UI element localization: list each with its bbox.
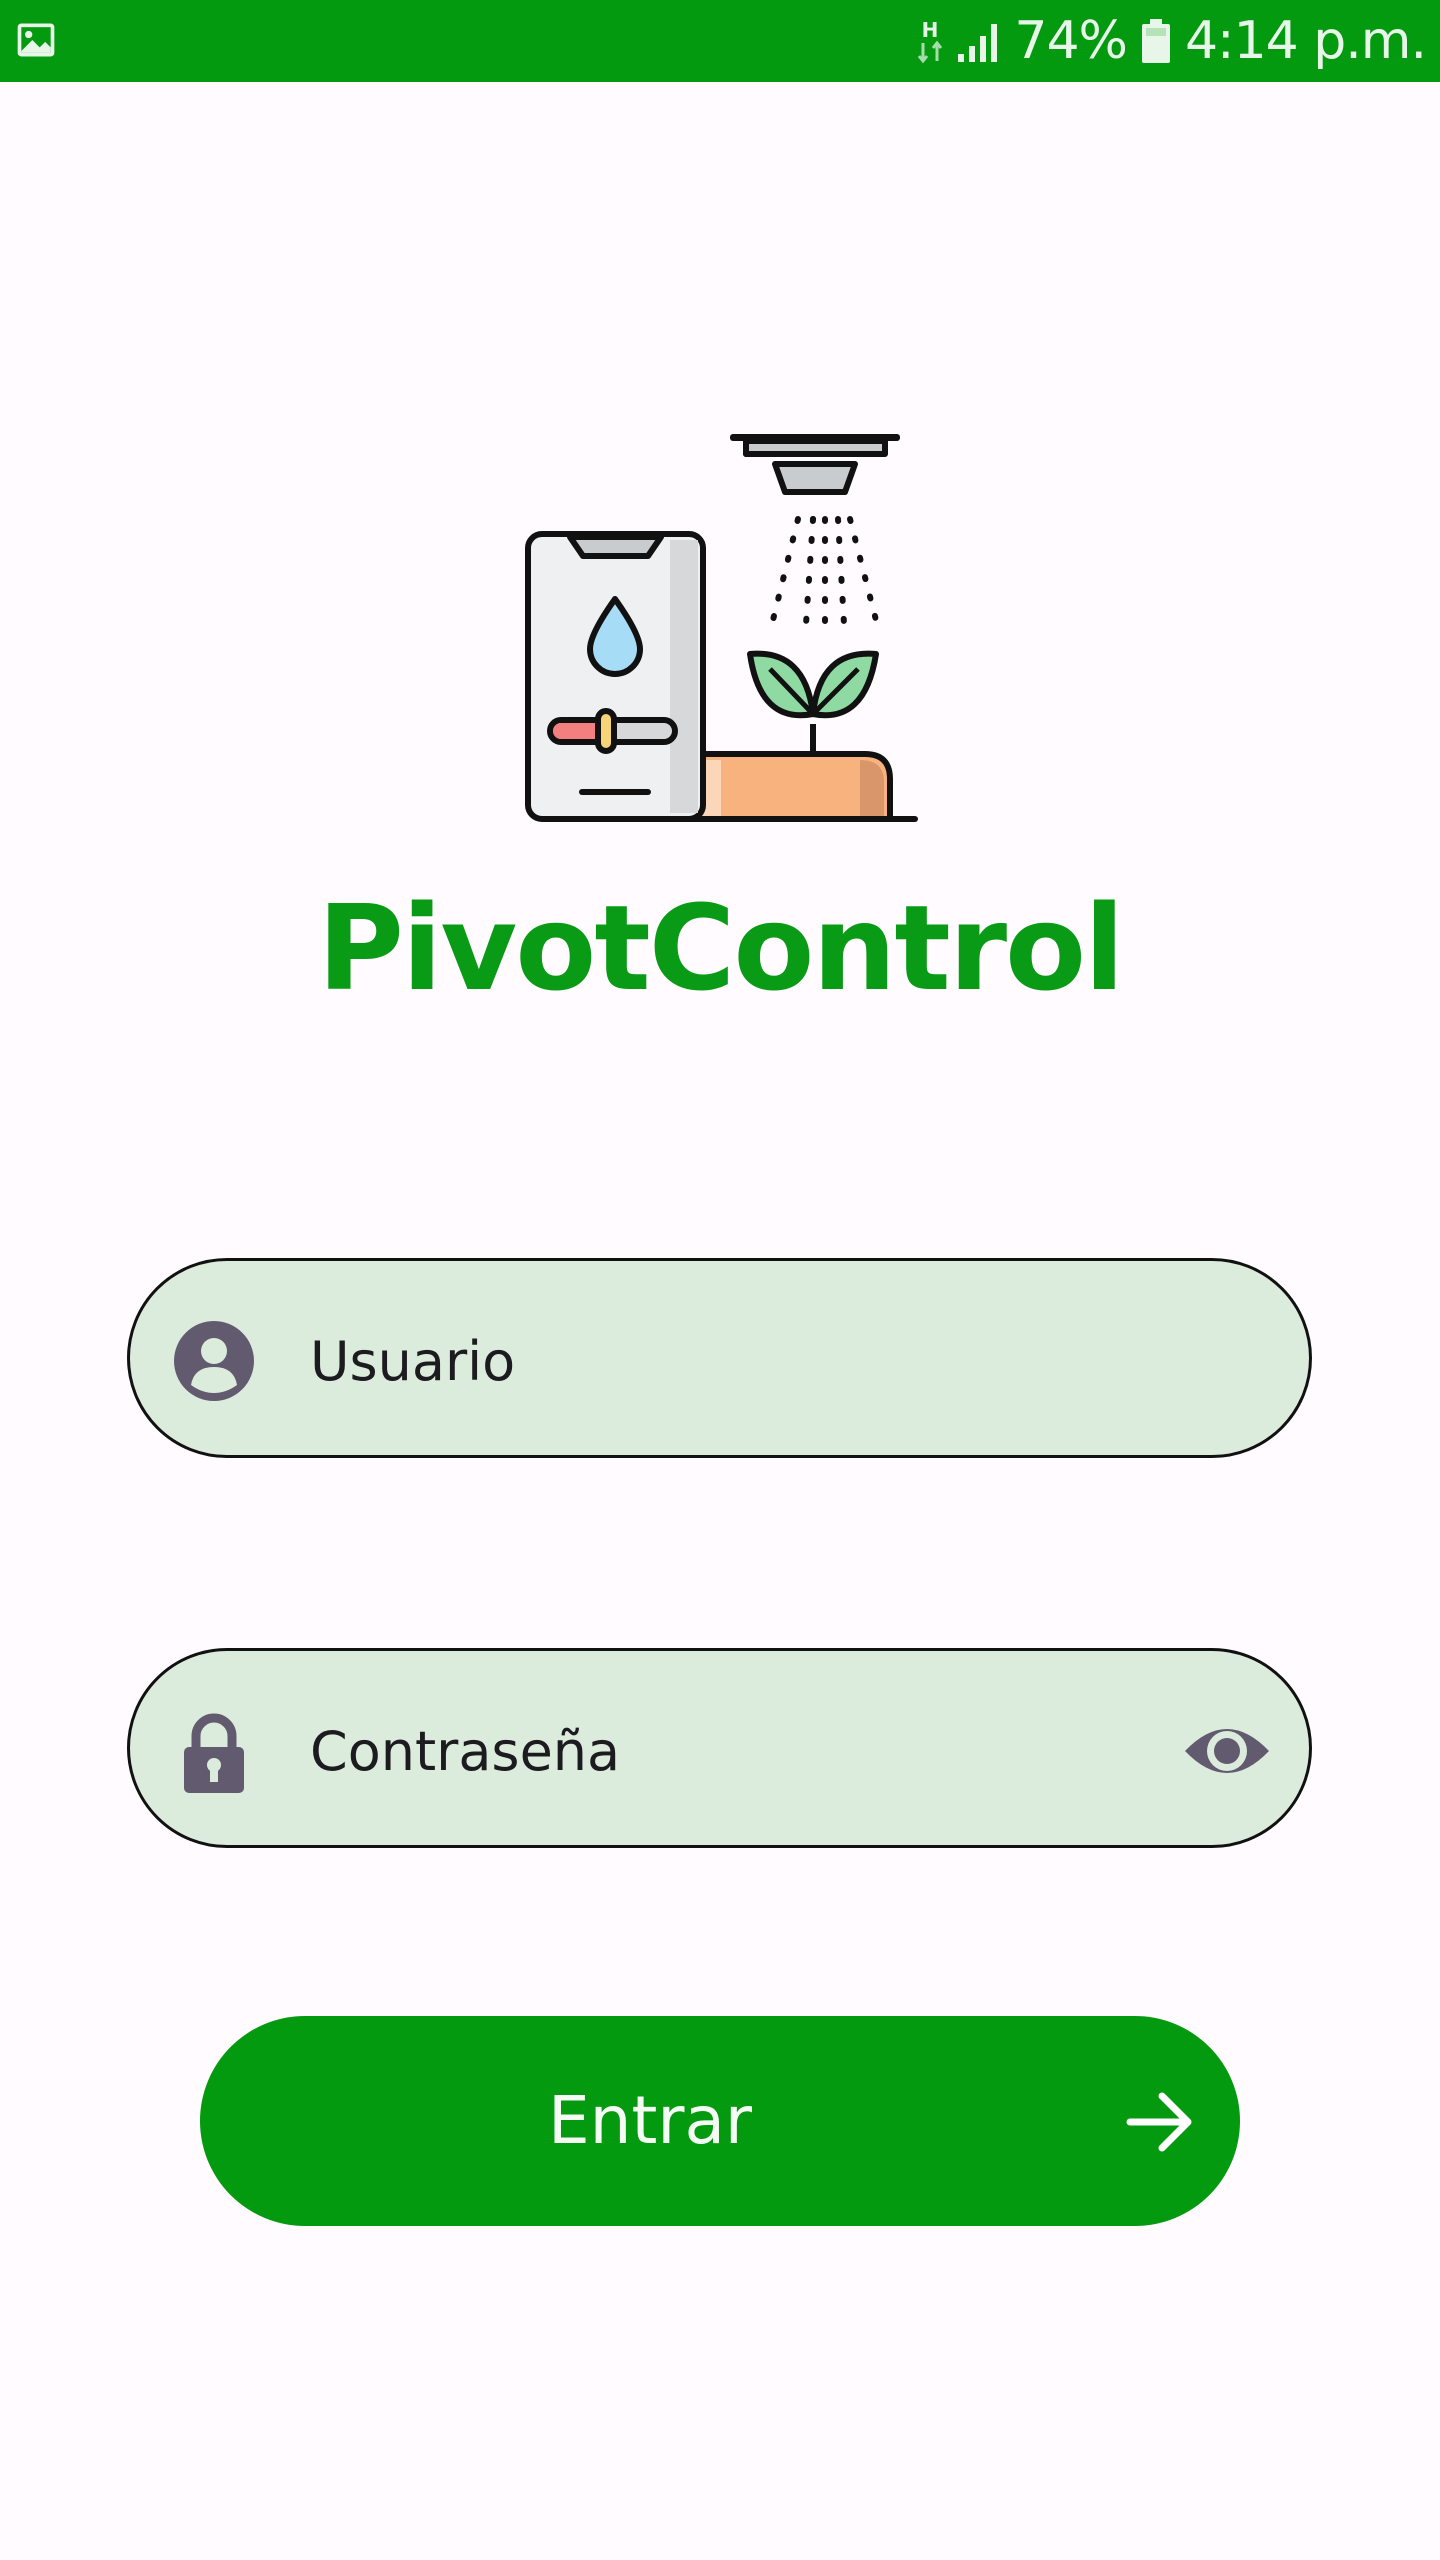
login-button-label: Entrar xyxy=(547,2082,753,2159)
status-bar: H 74% 4:14 p.m. xyxy=(0,0,1440,82)
irrigation-phone-plant-logo xyxy=(525,434,918,822)
username-input[interactable] xyxy=(310,1311,1190,1411)
battery-icon xyxy=(1141,19,1170,63)
clock: 4:14 p.m. xyxy=(1184,11,1427,71)
app-title: PivotControl xyxy=(317,879,1124,1017)
data-activity-icon: H xyxy=(918,18,943,64)
password-input[interactable] xyxy=(310,1701,1190,1801)
signal-icon xyxy=(958,24,998,62)
eye-icon[interactable] xyxy=(1181,1713,1273,1789)
network-type-label: H xyxy=(922,18,939,42)
password-field[interactable] xyxy=(127,1648,1312,1848)
lock-icon xyxy=(184,1713,244,1793)
login-button[interactable]: Entrar xyxy=(200,2016,1240,2226)
username-field[interactable] xyxy=(127,1258,1312,1458)
image-notification-icon xyxy=(17,23,55,57)
person-icon xyxy=(174,1321,254,1401)
arrow-right-icon xyxy=(1126,2092,1192,2152)
battery-percent: 74% xyxy=(1014,11,1128,71)
